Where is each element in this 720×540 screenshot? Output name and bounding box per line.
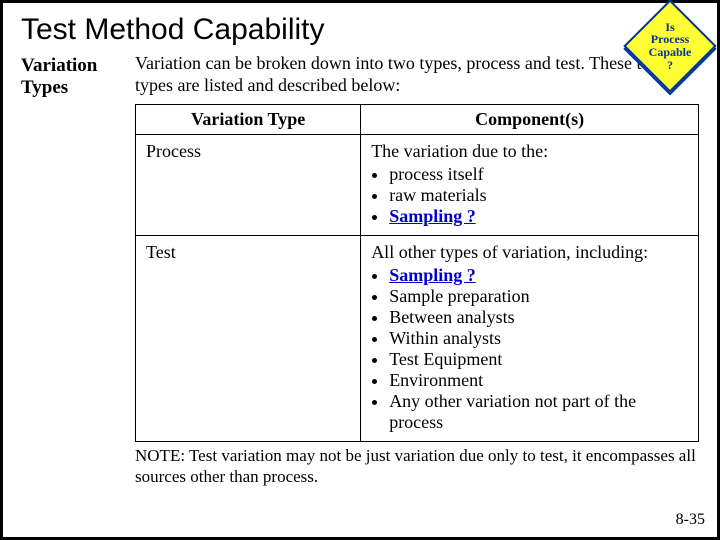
note-text: NOTE: Test variation may not be just var… [135,446,699,487]
list-item: Environment [389,370,688,391]
list-item: Sampling ? [389,265,688,286]
cell-components: The variation due to the: process itself… [361,135,699,236]
list-item: Within analysts [389,328,688,349]
list-item: Between analysts [389,307,688,328]
diamond-line-3: Capable [649,46,692,59]
components-list: process itself raw materials Sampling ? [371,164,688,227]
diamond-line-4: ? [667,59,673,72]
slide: Test Method Capability Is Process Capabl… [0,0,720,540]
table-row: Test All other types of variation, inclu… [136,236,699,442]
section-label: Variation Types [21,53,121,487]
list-item: process itself [389,164,688,185]
body-row: Variation Types Variation can be broken … [21,53,699,487]
page-number: 8-35 [676,511,705,529]
cell-type: Process [136,135,361,236]
list-item: Sample preparation [389,286,688,307]
emph-item: Sampling ? [389,206,476,226]
intro-text: Variation can be broken down into two ty… [135,53,699,96]
content-column: Variation can be broken down into two ty… [135,53,699,487]
table-header-row: Variation Type Component(s) [136,105,699,135]
emph-item: Sampling ? [389,265,476,285]
col-header-type: Variation Type [136,105,361,135]
cell-type: Test [136,236,361,442]
cell-components: All other types of variation, including:… [361,236,699,442]
list-item: raw materials [389,185,688,206]
components-lead: The variation due to the: [371,141,548,161]
decision-diamond: Is Process Capable ? [637,13,703,79]
list-item: Any other variation not part of the proc… [389,391,688,433]
slide-title: Test Method Capability [21,13,699,47]
list-item: Sampling ? [389,206,688,227]
components-lead: All other types of variation, including: [371,242,648,262]
list-item: Test Equipment [389,349,688,370]
components-list: Sampling ? Sample preparation Between an… [371,265,688,433]
col-header-components: Component(s) [361,105,699,135]
diamond-text: Is Process Capable ? [631,13,709,79]
table-row: Process The variation due to the: proces… [136,135,699,236]
variation-table: Variation Type Component(s) Process The … [135,104,699,442]
